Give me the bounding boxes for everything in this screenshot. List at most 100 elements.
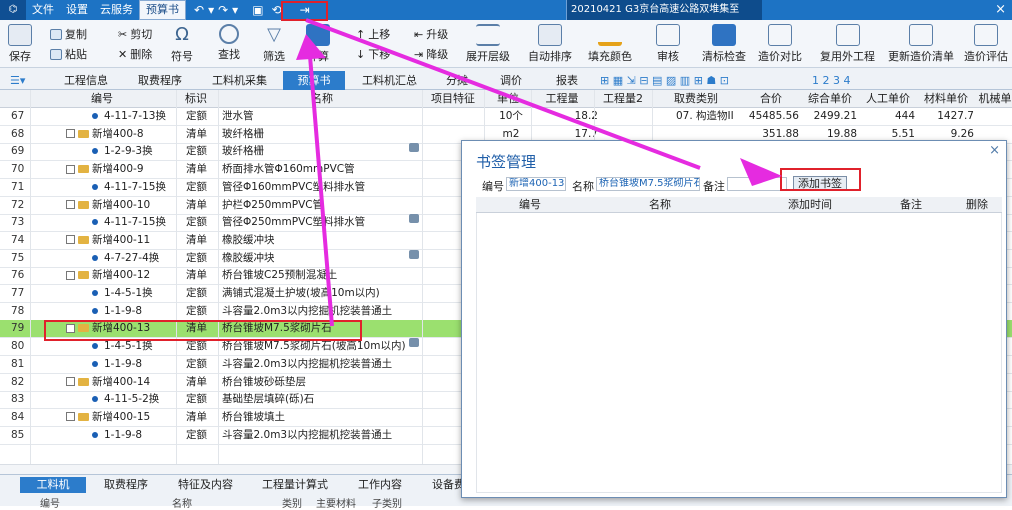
move-down-button[interactable]: ↓ 下移 bbox=[356, 46, 390, 62]
lock-icon[interactable] bbox=[409, 249, 419, 259]
main-menu: 文件 设置 云服务 预算书 bbox=[26, 0, 186, 20]
find-button[interactable]: 查找 bbox=[218, 24, 240, 62]
menu-settings[interactable]: 设置 bbox=[60, 0, 94, 20]
menu-file[interactable]: 文件 bbox=[26, 0, 60, 20]
bullet-icon bbox=[92, 113, 98, 119]
table-row[interactable]: 67 4-11-7-13换 定额 泄水管 10个 18.2 07. 构造物II 45485.5… bbox=[0, 108, 1012, 126]
grid-divider bbox=[30, 90, 31, 464]
redo-icon[interactable]: ↷ bbox=[218, 0, 228, 20]
delete-button[interactable]: ✕ 删除 bbox=[118, 46, 152, 62]
cell-no: 80 bbox=[11, 340, 25, 353]
lock-icon[interactable] bbox=[409, 143, 419, 153]
tab-feature-content[interactable]: 特征及内容 bbox=[178, 477, 233, 493]
lock-icon[interactable] bbox=[409, 214, 419, 224]
calc-button[interactable]: 计算 bbox=[306, 24, 330, 64]
cell-flag: 定额 bbox=[186, 287, 207, 299]
auto-sort-button[interactable]: 自动排序 bbox=[528, 24, 572, 64]
tab-labor-material[interactable]: 工料机 bbox=[20, 477, 86, 493]
level-1-button[interactable]: 1 bbox=[812, 74, 819, 87]
col-qty2[interactable]: 工程量2 bbox=[594, 90, 652, 108]
tab-project-info[interactable]: 工程信息 bbox=[64, 71, 108, 90]
col-feature[interactable]: 项目特征 bbox=[422, 90, 484, 108]
tab-budget[interactable]: 预算书 bbox=[283, 71, 345, 90]
tab-price-adjust[interactable]: 调价 bbox=[500, 71, 522, 90]
code-text: 新增400-15 bbox=[92, 410, 151, 423]
downgrade-button[interactable]: ⇥ 降级 bbox=[414, 46, 448, 62]
cell-flag: 清单 bbox=[186, 127, 207, 140]
price-compare-button[interactable]: 造价对比 bbox=[758, 24, 802, 64]
cut-button[interactable]: ✂ 剪切 bbox=[118, 26, 152, 42]
copy-button[interactable]: 复制 bbox=[50, 26, 87, 42]
tab-labor-material-summary[interactable]: 工料机汇总 bbox=[362, 71, 417, 90]
cell-no: 84 bbox=[11, 410, 25, 423]
quick-toolbar-icons[interactable]: ⊞ ▦ ⇲ ⊟ ▤ ▨ ▥ ⊞ ☗ ⊡ bbox=[600, 71, 729, 90]
tab-bottom-fee-program[interactable]: 取费程序 bbox=[104, 477, 148, 493]
menu-budget[interactable]: 预算书 bbox=[139, 0, 186, 20]
collapse-icon[interactable]: − bbox=[66, 129, 75, 139]
tab-fee-program[interactable]: 取费程序 bbox=[138, 71, 182, 90]
dropdown-icon[interactable]: ▾ bbox=[232, 0, 238, 20]
bm-col-delete: 删除 bbox=[966, 198, 988, 211]
note-field[interactable] bbox=[727, 177, 787, 191]
col-name[interactable]: 名称 bbox=[222, 90, 422, 108]
save-quick-icon[interactable]: ▣ bbox=[252, 0, 263, 20]
price-eval-button[interactable]: 造价评估 bbox=[964, 24, 1008, 64]
col-comp-price[interactable]: 综合单价 bbox=[801, 90, 859, 108]
tab-report[interactable]: 报表 bbox=[556, 71, 578, 90]
dropdown-icon[interactable]: ▾ bbox=[208, 0, 214, 20]
fill-color-button[interactable]: 填充颜色 bbox=[588, 24, 632, 64]
name-field[interactable]: 桥台锥坡M7.5浆砌片石 bbox=[596, 177, 700, 191]
undo-icon[interactable]: ↶ bbox=[194, 0, 204, 20]
code-field[interactable]: 新增400-13 bbox=[506, 177, 566, 191]
check-list-icon bbox=[712, 24, 736, 46]
filter-button[interactable]: ▽ 筛选 bbox=[262, 24, 286, 64]
bullet-icon bbox=[92, 396, 98, 403]
update-price-list-button[interactable]: 更新造价清单 bbox=[888, 24, 954, 64]
tab-labor-material-collect[interactable]: 工料机采集 bbox=[212, 71, 267, 90]
col-unit[interactable]: 单位 bbox=[485, 90, 531, 108]
collapse-icon[interactable]: − bbox=[66, 377, 75, 386]
reuse-external-button[interactable]: 复用外工程 bbox=[820, 24, 875, 64]
collapse-icon[interactable]: − bbox=[66, 164, 75, 174]
bill-check-button[interactable]: 清标检查 bbox=[702, 24, 746, 64]
tab-allocation[interactable]: 分摊 bbox=[446, 71, 468, 90]
cell-name: 满铺式混凝土护坡(坡高10m以内) bbox=[222, 287, 380, 299]
collapse-icon[interactable]: − bbox=[66, 200, 75, 209]
col-machine-price[interactable]: 机械单 bbox=[975, 90, 1012, 108]
cell-no: 72 bbox=[11, 198, 25, 211]
review-button[interactable]: 审核 bbox=[656, 24, 680, 64]
level-2-button[interactable]: 2 bbox=[823, 74, 830, 87]
code-text: 1-1-9-8 bbox=[104, 357, 143, 370]
cell-name: 桥台锥坡C25预制混凝土 bbox=[222, 269, 338, 282]
col-code[interactable]: 编号 bbox=[52, 90, 152, 108]
col-material-price[interactable]: 材料单价 bbox=[917, 90, 975, 108]
col-labor-price[interactable]: 人工单价 bbox=[859, 90, 917, 108]
menu-cloud[interactable]: 云服务 bbox=[94, 0, 139, 20]
dialog-title: 书签管理 bbox=[476, 153, 537, 171]
collapse-icon[interactable]: − bbox=[66, 270, 75, 280]
col-category[interactable]: 取费类别 bbox=[652, 90, 740, 108]
tab-qty-formula[interactable]: 工程量计算式 bbox=[262, 477, 328, 493]
upgrade-button[interactable]: ⇤ 升级 bbox=[414, 26, 448, 42]
expand-level-button[interactable]: 展开层级 bbox=[466, 24, 510, 64]
close-icon[interactable]: × bbox=[989, 143, 1000, 158]
col-qty[interactable]: 工程量 bbox=[531, 90, 593, 108]
level-3-button[interactable]: 3 bbox=[833, 74, 840, 87]
tab-work-content[interactable]: 工作内容 bbox=[358, 477, 402, 493]
cell-name: 斗容量2.0m3以内挖掘机挖装普通土 bbox=[222, 357, 393, 370]
save-button[interactable]: 保存 bbox=[8, 24, 32, 64]
lock-icon[interactable] bbox=[409, 338, 419, 348]
move-up-button[interactable]: ↑ 上移 bbox=[356, 26, 390, 42]
collapse-icon[interactable]: − bbox=[66, 412, 75, 422]
symbol-button[interactable]: Ω 符号 bbox=[170, 24, 194, 64]
col-flag[interactable]: 标识 bbox=[176, 90, 216, 108]
level-4-button[interactable]: 4 bbox=[844, 74, 851, 87]
collapse-icon[interactable]: − bbox=[66, 235, 75, 245]
close-window-icon[interactable]: × bbox=[970, 0, 1010, 20]
list-view-icon[interactable]: ☰▾ bbox=[10, 71, 25, 90]
col-total[interactable]: 合价 bbox=[741, 90, 801, 108]
bm-col-name: 名称 bbox=[649, 198, 671, 211]
paste-icon bbox=[50, 48, 62, 60]
paste-button[interactable]: 粘贴 bbox=[50, 46, 87, 62]
code-text: 1-2-9-3换 bbox=[104, 145, 153, 158]
